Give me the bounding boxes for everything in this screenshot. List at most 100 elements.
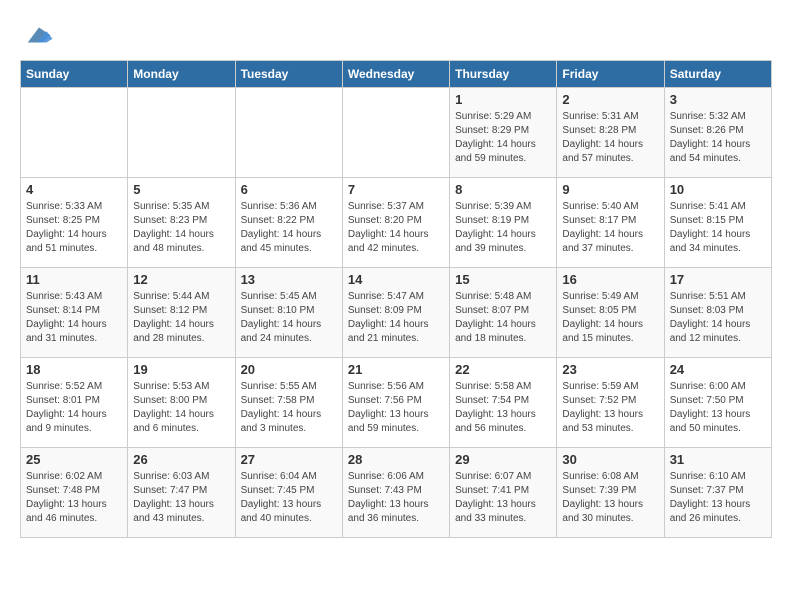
calendar-cell: 15 Sunrise: 5:48 AM Sunset: 8:07 PM Dayli… [450, 268, 557, 358]
day-of-week-header: Monday [128, 61, 235, 88]
day-info: Sunrise: 5:55 AM Sunset: 7:58 PM Dayligh… [241, 380, 337, 436]
day-info: Sunrise: 5:36 AM Sunset: 8:22 PM Dayligh… [241, 200, 337, 256]
calendar-cell: 24Sunrise: 6:00 AM Sunset: 7:50 PM Dayli… [664, 358, 771, 448]
calendar-cell: 20 Sunrise: 5:55 AM Sunset: 7:58 PM Dayli… [235, 358, 342, 448]
calendar-cell: 4Sunrise: 5:33 AM Sunset: 8:25 PM Daylig… [21, 178, 128, 268]
logo [20, 20, 54, 50]
calendar-cell: 26 Sunrise: 6:03 AM Sunset: 7:47 PM Dayli… [128, 448, 235, 538]
day-info: Sunrise: 6:03 AM Sunset: 7:47 PM Dayligh… [133, 470, 229, 526]
logo-icon [24, 20, 54, 50]
day-info: Sunrise: 5:47 AM Sunset: 8:09 PM Dayligh… [348, 290, 444, 346]
day-info: Sunrise: 5:56 AM Sunset: 7:56 PM Dayligh… [348, 380, 444, 436]
day-number: 8 [455, 182, 551, 197]
day-number: 6 [241, 182, 337, 197]
calendar-week-row: 18 Sunrise: 5:52 AM Sunset: 8:01 PM Dayli… [21, 358, 772, 448]
day-number: 28 [348, 452, 444, 467]
calendar-cell [128, 88, 235, 178]
calendar-cell: 12 Sunrise: 5:44 AM Sunset: 8:12 PM Dayli… [128, 268, 235, 358]
day-number: 5 [133, 182, 229, 197]
calendar-cell: 6 Sunrise: 5:36 AM Sunset: 8:22 PM Daylig… [235, 178, 342, 268]
day-number: 21 [348, 362, 444, 377]
day-info: Sunrise: 5:58 AM Sunset: 7:54 PM Dayligh… [455, 380, 551, 436]
calendar-table: SundayMondayTuesdayWednesdayThursdayFrid… [20, 60, 772, 538]
day-of-week-header: Tuesday [235, 61, 342, 88]
day-number: 31 [670, 452, 766, 467]
page-header [20, 20, 772, 50]
day-number: 1 [455, 92, 551, 107]
calendar-cell: 27Sunrise: 6:04 AM Sunset: 7:45 PM Dayli… [235, 448, 342, 538]
day-number: 29 [455, 452, 551, 467]
day-info: Sunrise: 5:49 AM Sunset: 8:05 PM Dayligh… [562, 290, 658, 346]
day-info: Sunrise: 6:00 AM Sunset: 7:50 PM Dayligh… [670, 380, 766, 436]
calendar-cell: 17 Sunrise: 5:51 AM Sunset: 8:03 PM Dayli… [664, 268, 771, 358]
day-info: Sunrise: 5:37 AM Sunset: 8:20 PM Dayligh… [348, 200, 444, 256]
calendar-week-row: 25Sunrise: 6:02 AM Sunset: 7:48 PM Dayli… [21, 448, 772, 538]
day-number: 17 [670, 272, 766, 287]
calendar-cell: 10Sunrise: 5:41 AM Sunset: 8:15 PM Dayli… [664, 178, 771, 268]
day-number: 15 [455, 272, 551, 287]
day-info: Sunrise: 6:02 AM Sunset: 7:48 PM Dayligh… [26, 470, 122, 526]
calendar-cell: 3 Sunrise: 5:32 AM Sunset: 8:26 PM Daylig… [664, 88, 771, 178]
day-info: Sunrise: 5:31 AM Sunset: 8:28 PM Dayligh… [562, 110, 658, 166]
calendar-cell: 9 Sunrise: 5:40 AM Sunset: 8:17 PM Daylig… [557, 178, 664, 268]
day-info: Sunrise: 5:52 AM Sunset: 8:01 PM Dayligh… [26, 380, 122, 436]
day-info: Sunrise: 5:29 AM Sunset: 8:29 PM Dayligh… [455, 110, 551, 166]
day-info: Sunrise: 5:44 AM Sunset: 8:12 PM Dayligh… [133, 290, 229, 346]
day-number: 12 [133, 272, 229, 287]
calendar-cell [235, 88, 342, 178]
calendar-cell: 25Sunrise: 6:02 AM Sunset: 7:48 PM Dayli… [21, 448, 128, 538]
day-info: Sunrise: 5:51 AM Sunset: 8:03 PM Dayligh… [670, 290, 766, 346]
calendar-cell: 30Sunrise: 6:08 AM Sunset: 7:39 PM Dayli… [557, 448, 664, 538]
day-info: Sunrise: 5:41 AM Sunset: 8:15 PM Dayligh… [670, 200, 766, 256]
calendar-cell: 28 Sunrise: 6:06 AM Sunset: 7:43 PM Dayli… [342, 448, 449, 538]
calendar-cell: 11 Sunrise: 5:43 AM Sunset: 8:14 PM Dayli… [21, 268, 128, 358]
day-number: 9 [562, 182, 658, 197]
calendar-cell: 1 Sunrise: 5:29 AM Sunset: 8:29 PM Daylig… [450, 88, 557, 178]
day-info: Sunrise: 5:35 AM Sunset: 8:23 PM Dayligh… [133, 200, 229, 256]
day-number: 4 [26, 182, 122, 197]
day-info: Sunrise: 6:04 AM Sunset: 7:45 PM Dayligh… [241, 470, 337, 526]
day-of-week-header: Sunday [21, 61, 128, 88]
calendar-cell: 5 Sunrise: 5:35 AM Sunset: 8:23 PM Daylig… [128, 178, 235, 268]
day-number: 11 [26, 272, 122, 287]
day-info: Sunrise: 6:07 AM Sunset: 7:41 PM Dayligh… [455, 470, 551, 526]
day-number: 2 [562, 92, 658, 107]
calendar-cell: 16 Sunrise: 5:49 AM Sunset: 8:05 PM Dayli… [557, 268, 664, 358]
day-number: 3 [670, 92, 766, 107]
day-number: 26 [133, 452, 229, 467]
calendar-cell [342, 88, 449, 178]
calendar-cell: 19 Sunrise: 5:53 AM Sunset: 8:00 PM Dayli… [128, 358, 235, 448]
day-number: 13 [241, 272, 337, 287]
day-number: 16 [562, 272, 658, 287]
calendar-cell: 23Sunrise: 5:59 AM Sunset: 7:52 PM Dayli… [557, 358, 664, 448]
calendar-week-row: 11 Sunrise: 5:43 AM Sunset: 8:14 PM Dayli… [21, 268, 772, 358]
day-info: Sunrise: 5:59 AM Sunset: 7:52 PM Dayligh… [562, 380, 658, 436]
day-info: Sunrise: 5:53 AM Sunset: 8:00 PM Dayligh… [133, 380, 229, 436]
day-info: Sunrise: 5:48 AM Sunset: 8:07 PM Dayligh… [455, 290, 551, 346]
day-info: Sunrise: 5:40 AM Sunset: 8:17 PM Dayligh… [562, 200, 658, 256]
day-info: Sunrise: 6:08 AM Sunset: 7:39 PM Dayligh… [562, 470, 658, 526]
day-number: 19 [133, 362, 229, 377]
calendar-week-row: 1 Sunrise: 5:29 AM Sunset: 8:29 PM Daylig… [21, 88, 772, 178]
day-of-week-header: Thursday [450, 61, 557, 88]
calendar-cell: 18 Sunrise: 5:52 AM Sunset: 8:01 PM Dayli… [21, 358, 128, 448]
day-of-week-header: Friday [557, 61, 664, 88]
day-info: Sunrise: 6:10 AM Sunset: 7:37 PM Dayligh… [670, 470, 766, 526]
day-info: Sunrise: 5:45 AM Sunset: 8:10 PM Dayligh… [241, 290, 337, 346]
calendar-cell: 21 Sunrise: 5:56 AM Sunset: 7:56 PM Dayli… [342, 358, 449, 448]
calendar-cell [21, 88, 128, 178]
calendar-cell: 31 Sunrise: 6:10 AM Sunset: 7:37 PM Dayli… [664, 448, 771, 538]
day-number: 20 [241, 362, 337, 377]
day-info: Sunrise: 5:39 AM Sunset: 8:19 PM Dayligh… [455, 200, 551, 256]
calendar-week-row: 4Sunrise: 5:33 AM Sunset: 8:25 PM Daylig… [21, 178, 772, 268]
day-info: Sunrise: 5:32 AM Sunset: 8:26 PM Dayligh… [670, 110, 766, 166]
day-number: 7 [348, 182, 444, 197]
calendar-cell: 8 Sunrise: 5:39 AM Sunset: 8:19 PM Daylig… [450, 178, 557, 268]
calendar-cell: 14Sunrise: 5:47 AM Sunset: 8:09 PM Dayli… [342, 268, 449, 358]
calendar-cell: 2 Sunrise: 5:31 AM Sunset: 8:28 PM Daylig… [557, 88, 664, 178]
day-info: Sunrise: 5:43 AM Sunset: 8:14 PM Dayligh… [26, 290, 122, 346]
day-of-week-header: Wednesday [342, 61, 449, 88]
calendar-cell: 13 Sunrise: 5:45 AM Sunset: 8:10 PM Dayli… [235, 268, 342, 358]
day-info: Sunrise: 6:06 AM Sunset: 7:43 PM Dayligh… [348, 470, 444, 526]
day-number: 18 [26, 362, 122, 377]
